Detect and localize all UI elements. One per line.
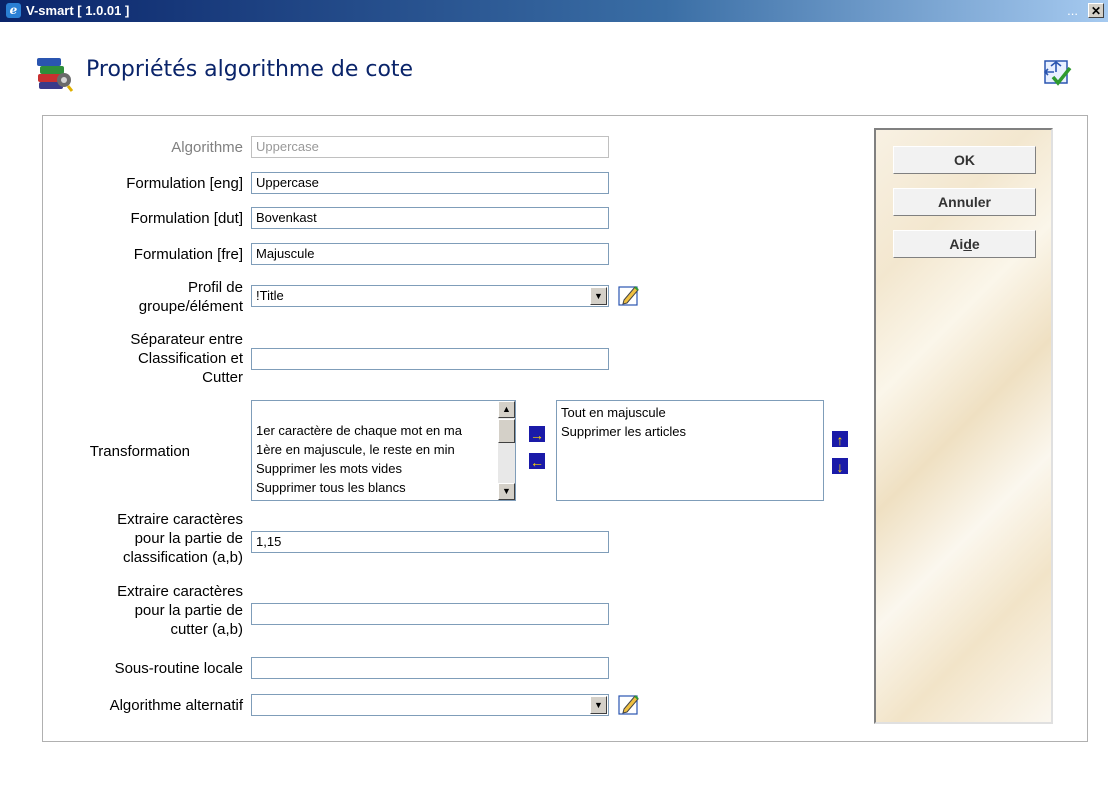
separator-field[interactable] [251, 348, 609, 370]
list-item[interactable]: 1ère en majuscule, le reste en min [252, 440, 515, 459]
page-title: Propriétés algorithme de cote [86, 57, 414, 82]
list-scrollbar[interactable]: ▲ ▼ [498, 401, 515, 500]
local-subroutine-label: Sous-routine locale [114, 660, 243, 677]
profile-select[interactable]: !Title ▼ [251, 285, 609, 307]
formulation-eng-field[interactable]: Uppercase [251, 172, 609, 194]
extract-class-label-line3: classification (a,b) [122, 549, 243, 566]
transformation-label: Transformation [89, 443, 190, 460]
button-panel: OK Annuler Aide [874, 128, 1053, 724]
extract-class-label-line1: Extraire caractères [117, 511, 243, 528]
ok-button[interactable]: OK [893, 146, 1036, 174]
list-item[interactable]: 1er caractère de chaque mot en ma [252, 421, 515, 440]
chevron-down-icon[interactable]: ▼ [590, 696, 607, 714]
extract-cutter-label: Extraire caractères pour la partie de cu… [117, 582, 243, 639]
help-button-label-accel: d [963, 236, 972, 252]
list-item[interactable]: Supprimer les articles [557, 422, 823, 441]
list-item[interactable]: Supprimer tous les blancs [252, 478, 515, 497]
extract-cutter-label-line1: Extraire caractères [117, 583, 243, 600]
formulation-fre-field[interactable]: Majuscule [251, 243, 609, 265]
formulation-dut-field[interactable]: Bovenkast [251, 207, 609, 229]
window-menu-dots[interactable]: ... [1067, 3, 1078, 18]
page-header: Propriétés algorithme de cote [0, 22, 1108, 102]
algorithm-field: Uppercase [251, 136, 609, 158]
scroll-thumb[interactable] [498, 419, 515, 443]
cancel-button[interactable]: Annuler [893, 188, 1036, 216]
extract-cutter-label-line2: pour la partie de [134, 602, 243, 619]
help-button-label-post: e [971, 236, 980, 252]
extract-cutter-field[interactable] [251, 603, 609, 625]
algorithm-label: Algorithme [171, 139, 243, 156]
ie-icon: e [6, 3, 21, 18]
alt-algorithm-label: Algorithme alternatif [109, 697, 243, 714]
help-button-label-pre: Ai [949, 236, 964, 252]
extract-class-label-line2: pour la partie de [134, 530, 243, 547]
move-down-icon[interactable]: ↓ [831, 457, 849, 475]
save-check-icon[interactable] [1042, 58, 1072, 88]
formulation-eng-label: Formulation [eng] [126, 175, 243, 192]
profile-label-line2: groupe/élément [138, 298, 243, 315]
move-right-icon[interactable]: → [528, 425, 546, 443]
alt-algorithm-select[interactable]: ▼ [251, 694, 609, 716]
close-icon[interactable]: ✕ [1088, 3, 1104, 18]
scroll-up-icon[interactable]: ▲ [498, 401, 515, 418]
profile-label: Profil de groupe/élément [139, 278, 243, 316]
extract-cutter-label-line3: cutter (a,b) [170, 621, 243, 638]
separator-label-line3: Cutter [202, 369, 243, 386]
transformation-selected-list[interactable]: Tout en majuscule Supprimer les articles [556, 400, 824, 501]
separator-label-line1: Séparateur entre [130, 331, 243, 348]
transformation-available-list[interactable]: 1er caractère de chaque mot en ma 1ère e… [251, 400, 516, 501]
separator-label-line2: Classification et [137, 350, 243, 367]
separator-label: Séparateur entre Classification et Cutte… [130, 330, 243, 387]
window-title: V-smart [ 1.0.01 ] [26, 3, 130, 18]
extract-class-label: Extraire caractères pour la partie de cl… [117, 510, 243, 567]
move-up-icon[interactable]: ↑ [831, 430, 849, 448]
pencil-edit-icon[interactable] [618, 284, 640, 306]
profile-label-line1: Profil de [187, 279, 243, 296]
pencil-edit-icon[interactable] [618, 693, 640, 715]
extract-class-field[interactable]: 1,15 [251, 531, 609, 553]
move-left-icon[interactable]: ← [528, 452, 546, 470]
books-icon [37, 58, 74, 92]
formulation-fre-label: Formulation [fre] [133, 246, 243, 263]
chevron-down-icon[interactable]: ▼ [590, 287, 607, 305]
help-button[interactable]: Aide [893, 230, 1036, 258]
scroll-down-icon[interactable]: ▼ [498, 483, 515, 500]
local-subroutine-field[interactable] [251, 657, 609, 679]
formulation-dut-label: Formulation [dut] [130, 210, 243, 227]
window-titlebar: e V-smart [ 1.0.01 ] ... ✕ [0, 0, 1108, 22]
list-item[interactable]: Tout en majuscule [557, 403, 823, 422]
profile-select-value: !Title [256, 288, 284, 303]
list-item[interactable]: Supprimer les mots vides [252, 459, 515, 478]
